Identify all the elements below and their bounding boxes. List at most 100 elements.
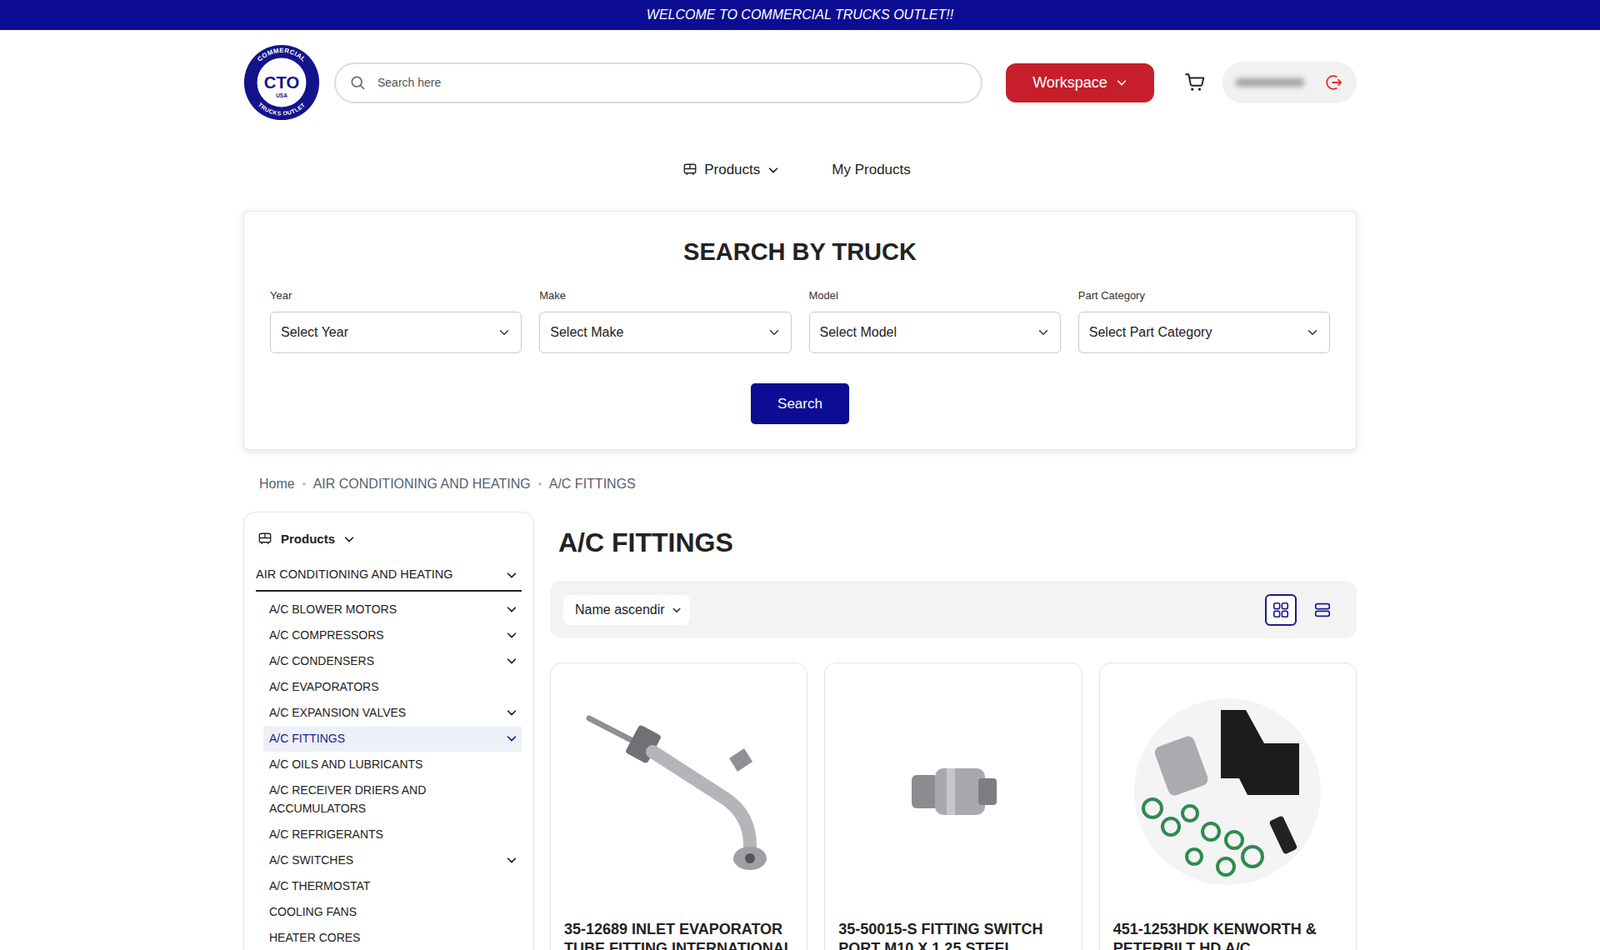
sidebar-item[interactable]: A/C OILS AND LUBRICANTS <box>263 751 522 778</box>
product-card[interactable]: 35-12689 INLET EVAPORATOR TUBE FITTING I… <box>550 662 808 950</box>
view-button[interactable] <box>1265 594 1297 626</box>
breadcrumb-link[interactable]: Home <box>259 475 295 494</box>
product-title[interactable]: 451-1253HDK KENWORTH & PETERBILT HD A/C <box>1113 920 1343 950</box>
sidebar-item-label: COOLING FANS <box>269 902 357 921</box>
field-select[interactable]: Select Model <box>809 311 1061 354</box>
breadcrumb-separator <box>302 482 306 486</box>
chevron-down-icon <box>671 605 682 615</box>
user-name-blurred <box>1235 78 1305 87</box>
site-header: COMMERCIALTRUCKS OUTLETCTOUSAWorkspace <box>243 30 1357 137</box>
product-title[interactable]: 35-12689 INLET EVAPORATOR TUBE FITTING I… <box>564 920 794 950</box>
cart-button[interactable] <box>1184 71 1206 94</box>
chevron-down-icon <box>1115 76 1128 89</box>
field-select[interactable]: Select Make <box>539 311 791 354</box>
select-value: Select Year <box>280 322 349 343</box>
sidebar-item[interactable]: A/C COMPRESSORS <box>263 622 522 649</box>
truck-search-card: SEARCH BY TRUCK YearSelect YearMakeSelect… <box>243 210 1357 450</box>
sidebar-item[interactable]: A/C EXPANSION VALVES <box>263 700 522 726</box>
truck-search-field: YearSelect Year <box>270 288 522 354</box>
sidebar-item[interactable]: HEATER CORES <box>263 925 522 950</box>
logo[interactable]: COMMERCIALTRUCKS OUTLETCTOUSA <box>243 44 320 121</box>
category-sidebar: Products AIR CONDITIONING AND HEATING A/C … <box>243 511 535 950</box>
logout-icon[interactable] <box>1325 73 1344 92</box>
cart-icon[interactable] <box>1184 71 1206 94</box>
nav-link[interactable]: Products <box>682 159 780 181</box>
sidebar-heading-label: Products <box>280 530 335 550</box>
sidebar-item-label: A/C OILS AND LUBRICANTS <box>269 755 423 774</box>
sidebar-item[interactable]: A/C THERMOSTAT <box>263 873 522 900</box>
product-grid: 35-12689 INLET EVAPORATOR TUBE FITTING I… <box>550 662 1357 950</box>
sidebar-item[interactable]: A/C EVAPORATORS <box>263 674 522 700</box>
sidebar-heading[interactable]: Products <box>255 524 522 555</box>
field-select[interactable]: Select Year <box>270 311 522 354</box>
chevron-down-icon <box>343 533 355 545</box>
logo-text: COMMERCIAL <box>255 46 308 64</box>
sidebar-item-label: A/C EXPANSION VALVES <box>269 703 406 722</box>
chevron-down-icon[interactable] <box>505 732 518 745</box>
search-button[interactable]: Search <box>750 383 850 425</box>
children-indicator <box>505 654 519 668</box>
user-menu[interactable] <box>1222 61 1357 104</box>
product-photo <box>1127 691 1328 892</box>
product-image[interactable] <box>564 678 794 905</box>
chevron-down-icon[interactable] <box>505 706 518 719</box>
nav-label: Products <box>704 159 760 181</box>
nav-label: My Products <box>831 159 910 181</box>
view-button[interactable] <box>1306 594 1339 626</box>
sidebar-item[interactable]: A/C FITTINGS <box>263 725 522 752</box>
chevron-down-icon[interactable] <box>505 603 518 615</box>
breadcrumb-separator <box>538 482 542 486</box>
catalog-row: Products AIR CONDITIONING AND HEATING A/C … <box>243 511 1357 950</box>
chevron-down-icon[interactable] <box>505 655 518 667</box>
sort-select[interactable]: Name ascendir <box>563 595 690 625</box>
children-indicator <box>505 602 519 616</box>
product-image[interactable] <box>1113 678 1343 905</box>
chevron-down-icon[interactable] <box>505 854 518 866</box>
sidebar-item-label: A/C CONDENSERS <box>269 651 375 670</box>
svg-text:TRUCKS OUTLET: TRUCKS OUTLET <box>257 101 307 117</box>
category-label: AIR CONDITIONING AND HEATING <box>255 565 454 585</box>
sidebar-item[interactable]: A/C RECEIVER DRIERS AND ACCUMULATORS <box>263 777 522 822</box>
page: WELCOME TO COMMERCIAL TRUCKS OUTLET!!COM… <box>0 0 1600 950</box>
truck-search-title: SEARCH BY TRUCK <box>270 236 1330 268</box>
product-card[interactable]: 35-50015-S FITTING SWITCH PORT M10 X 1.2… <box>824 662 1082 950</box>
sidebar-item[interactable]: A/C BLOWER MOTORS <box>263 596 522 623</box>
view-toggle <box>1265 594 1339 626</box>
products-icon <box>257 531 273 547</box>
nav-link[interactable]: My Products <box>831 159 917 181</box>
breadcrumb-link[interactable]: AIR CONDITIONING AND HEATING <box>313 475 531 494</box>
logo-text: USA <box>275 92 288 99</box>
select-value: Select Model <box>820 322 898 343</box>
chevron-down-icon <box>767 164 780 176</box>
product-image[interactable] <box>838 678 1068 905</box>
product-title[interactable]: 35-50015-S FITTING SWITCH PORT M10 X 1.2… <box>838 920 1068 950</box>
sidebar-item-label: A/C RECEIVER DRIERS AND ACCUMULATORS <box>269 780 499 818</box>
sidebar-item-label: A/C EVAPORATORS <box>269 677 379 696</box>
sidebar-item[interactable]: COOLING FANS <box>263 899 522 925</box>
sidebar-category[interactable]: AIR CONDITIONING AND HEATING <box>255 560 522 592</box>
chevron-down-icon[interactable] <box>505 629 518 641</box>
children-indicator <box>505 731 519 745</box>
breadcrumb-link[interactable]: A/C FITTINGS <box>549 475 636 494</box>
truck-search-field: ModelSelect Model <box>809 288 1061 354</box>
sidebar-item-label: A/C REFRIGERANTS <box>269 825 384 844</box>
product-card[interactable]: 451-1253HDK KENWORTH & PETERBILT HD A/C <box>1099 662 1357 950</box>
sort-value: Name ascendir <box>575 600 665 620</box>
truck-search-field: Part CategorySelect Part Category <box>1078 288 1330 354</box>
children-indicator <box>505 853 519 867</box>
grid-view-icon <box>1271 600 1290 620</box>
sidebar-item-label: A/C THERMOSTAT <box>269 876 370 895</box>
content-area: Products My Products SEARCH BY TRUCK YearSe… <box>243 136 1357 950</box>
sidebar-item[interactable]: A/C REFRIGERANTS <box>263 821 522 848</box>
sidebar-item-label: A/C BLOWER MOTORS <box>269 600 397 619</box>
sidebar-item-label: A/C COMPRESSORS <box>269 625 385 645</box>
truck-search-fields: YearSelect YearMakeSelect MakeModelSelec… <box>270 288 1330 354</box>
sidebar-item[interactable]: A/C SWITCHES <box>263 847 522 874</box>
workspace-button[interactable]: Workspace <box>1005 63 1155 103</box>
sidebar-item[interactable]: A/C CONDENSERS <box>263 648 522 675</box>
search-input[interactable] <box>375 73 968 93</box>
field-select[interactable]: Select Part Category <box>1078 311 1330 354</box>
